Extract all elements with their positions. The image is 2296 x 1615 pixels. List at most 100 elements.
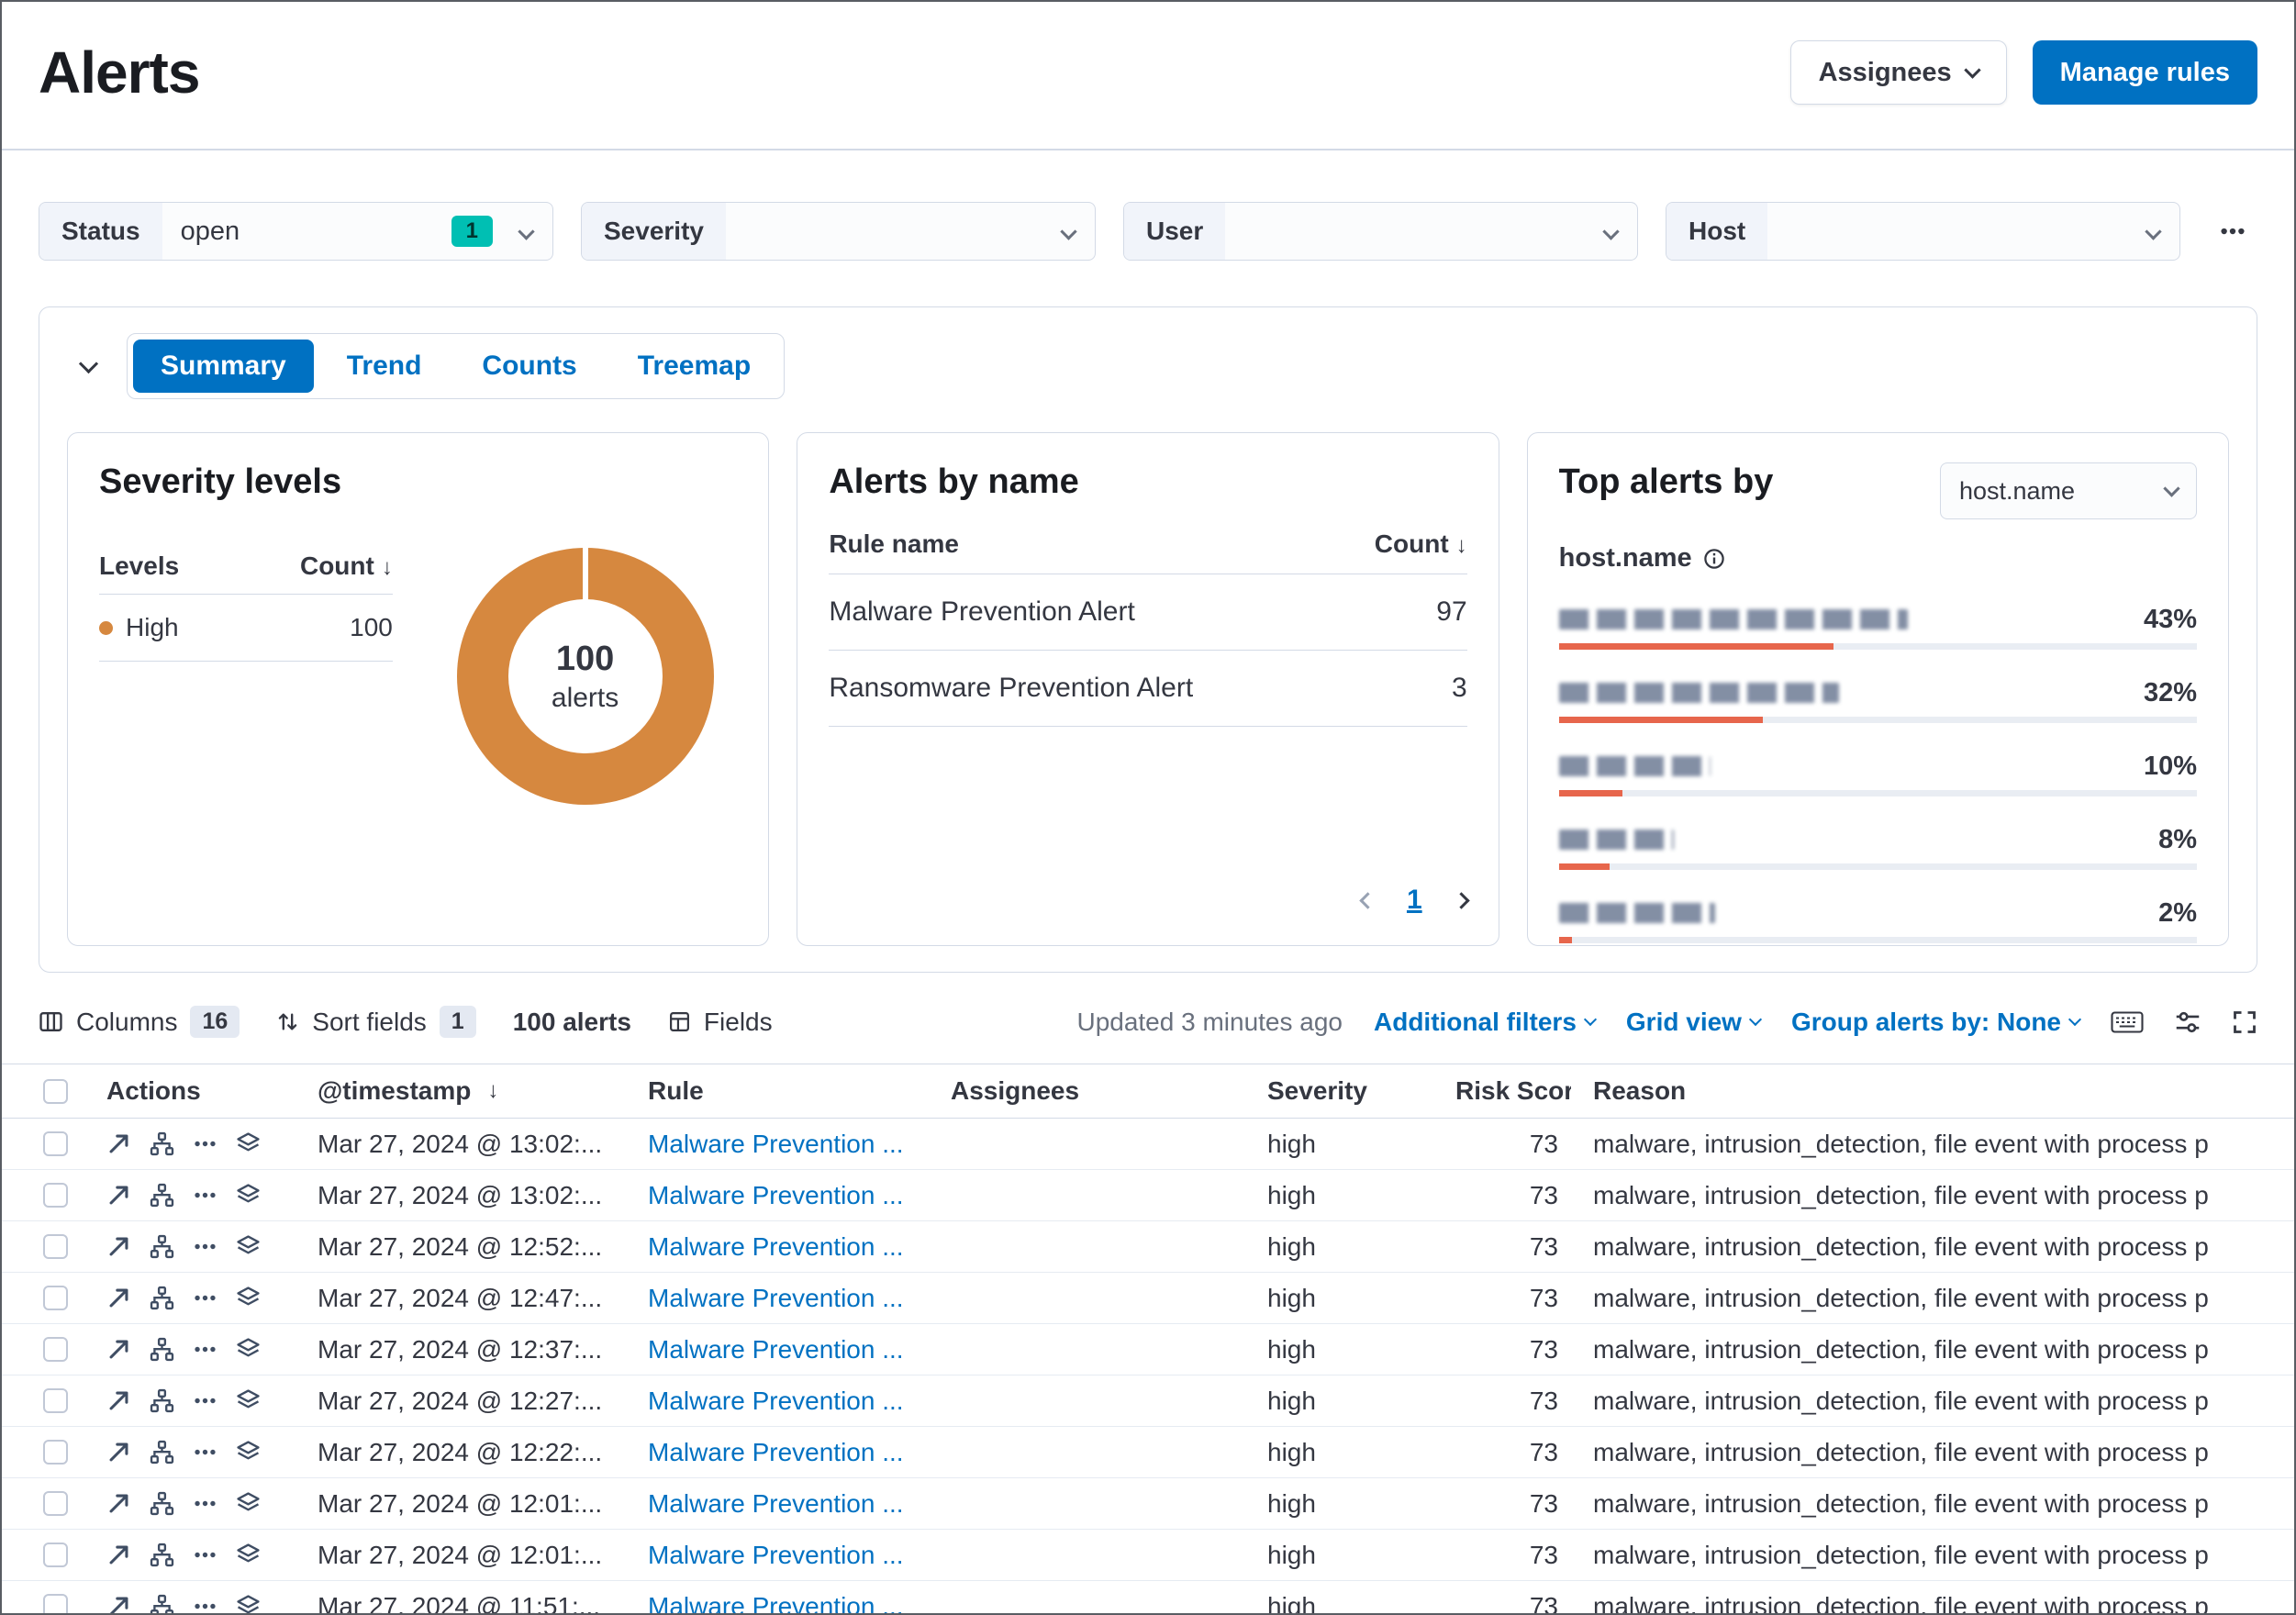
analyze-event-icon[interactable] — [150, 1594, 174, 1613]
severity-donut-chart[interactable]: 100 alerts — [456, 548, 714, 805]
investigate-in-timeline-icon[interactable] — [236, 1388, 261, 1413]
row-checkbox[interactable] — [42, 1337, 68, 1362]
collapse-charts-chevron-icon[interactable] — [78, 353, 99, 373]
status-filter[interactable]: Status open 1 — [39, 202, 553, 261]
next-page-icon[interactable] — [1452, 891, 1470, 909]
tab-trend[interactable]: Trend — [319, 340, 450, 393]
count-column-header[interactable]: Count ↓ — [300, 551, 393, 581]
top-alert-row[interactable]: 2% — [1558, 889, 2197, 943]
levels-column-header[interactable]: Levels — [99, 551, 179, 581]
sort-fields-button[interactable]: Sort fields 1 — [276, 1006, 476, 1038]
more-actions-icon[interactable] — [193, 1131, 217, 1156]
expand-alert-icon[interactable] — [106, 1440, 131, 1465]
more-actions-icon[interactable] — [193, 1337, 217, 1362]
rule-link[interactable]: Malware Prevention ... — [626, 1232, 929, 1262]
row-checkbox[interactable] — [42, 1594, 68, 1613]
columns-button[interactable]: Columns 16 — [39, 1006, 240, 1038]
info-icon[interactable] — [1703, 548, 1725, 570]
analyze-event-icon[interactable] — [150, 1388, 174, 1413]
rule-link[interactable]: Malware Prevention ... — [626, 1181, 929, 1210]
analyze-event-icon[interactable] — [150, 1286, 174, 1310]
rule-link[interactable]: Malware Prevention ... — [626, 1335, 929, 1364]
analyze-event-icon[interactable] — [150, 1131, 174, 1156]
host-filter[interactable]: Host — [1666, 202, 2180, 261]
investigate-in-timeline-icon[interactable] — [236, 1440, 261, 1465]
fullscreen-icon[interactable] — [2232, 1009, 2257, 1035]
more-actions-icon[interactable] — [193, 1388, 217, 1413]
rule-column-header[interactable]: Rule — [626, 1076, 929, 1106]
rule-link[interactable]: Malware Prevention ... — [626, 1541, 929, 1570]
rule-link[interactable]: Malware Prevention ... — [626, 1284, 929, 1313]
expand-alert-icon[interactable] — [106, 1183, 131, 1208]
display-options-icon[interactable] — [2175, 1009, 2201, 1035]
analyze-event-icon[interactable] — [150, 1440, 174, 1465]
investigate-in-timeline-icon[interactable] — [236, 1491, 261, 1516]
more-actions-icon[interactable] — [193, 1594, 217, 1613]
row-checkbox[interactable] — [42, 1234, 68, 1259]
investigate-in-timeline-icon[interactable] — [236, 1131, 261, 1156]
top-alert-row[interactable]: 10% — [1558, 742, 2197, 796]
analyze-event-icon[interactable] — [150, 1337, 174, 1362]
tab-counts[interactable]: Counts — [454, 340, 604, 393]
rule-link[interactable]: Malware Prevention ... — [626, 1130, 929, 1159]
analyze-event-icon[interactable] — [150, 1183, 174, 1208]
rule-link[interactable]: Malware Prevention ... — [626, 1592, 929, 1614]
top-alerts-field-select[interactable]: host.name — [1939, 462, 2197, 519]
row-checkbox[interactable] — [42, 1440, 68, 1465]
investigate-in-timeline-icon[interactable] — [236, 1594, 261, 1613]
previous-page-icon[interactable] — [1359, 891, 1376, 909]
expand-alert-icon[interactable] — [106, 1491, 131, 1516]
analyze-event-icon[interactable] — [150, 1543, 174, 1567]
row-checkbox[interactable] — [42, 1491, 68, 1516]
user-filter[interactable]: User — [1123, 202, 1638, 261]
reason-column-header[interactable]: Reason — [1571, 1076, 2294, 1106]
more-actions-icon[interactable] — [193, 1440, 217, 1465]
severity-filter[interactable]: Severity — [581, 202, 1096, 261]
assignees-column-header[interactable]: Assignees — [929, 1076, 1245, 1106]
expand-alert-icon[interactable] — [106, 1286, 131, 1310]
row-checkbox[interactable] — [42, 1543, 68, 1567]
rule-link[interactable]: Malware Prevention ... — [626, 1489, 929, 1519]
rule-link[interactable]: Malware Prevention ... — [626, 1438, 929, 1467]
page-number[interactable]: 1 — [1407, 885, 1422, 916]
top-alert-row[interactable]: 32% — [1558, 669, 2197, 723]
expand-alert-icon[interactable] — [106, 1234, 131, 1259]
more-actions-icon[interactable] — [193, 1183, 217, 1208]
top-alert-row[interactable]: 43% — [1558, 596, 2197, 650]
severity-column-header[interactable]: Severity — [1245, 1076, 1433, 1106]
investigate-in-timeline-icon[interactable] — [236, 1543, 261, 1567]
risk-score-column-header[interactable]: Risk Score — [1433, 1076, 1571, 1106]
expand-alert-icon[interactable] — [106, 1543, 131, 1567]
tab-summary[interactable]: Summary — [133, 340, 314, 393]
assignees-button[interactable]: Assignees — [1789, 40, 2007, 105]
more-filters-icon[interactable] — [2208, 217, 2257, 245]
expand-alert-icon[interactable] — [106, 1594, 131, 1613]
keyboard-shortcuts-icon[interactable] — [2111, 1010, 2144, 1034]
investigate-in-timeline-icon[interactable] — [236, 1183, 261, 1208]
grid-view-button[interactable]: Grid view — [1626, 1008, 1763, 1037]
expand-alert-icon[interactable] — [106, 1388, 131, 1413]
tab-treemap[interactable]: Treemap — [610, 340, 778, 393]
more-actions-icon[interactable] — [193, 1286, 217, 1310]
expand-alert-icon[interactable] — [106, 1131, 131, 1156]
top-alert-row[interactable]: 8% — [1558, 816, 2197, 870]
rule-name-column-header[interactable]: Rule name — [829, 529, 959, 559]
additional-filters-button[interactable]: Additional filters — [1374, 1008, 1597, 1037]
group-alerts-by-button[interactable]: Group alerts by: None — [1791, 1008, 2082, 1037]
fields-button[interactable]: Fields — [668, 1008, 773, 1037]
analyze-event-icon[interactable] — [150, 1234, 174, 1259]
timestamp-column-header[interactable]: @timestamp ↓ — [295, 1076, 626, 1106]
select-all-checkbox[interactable] — [42, 1078, 68, 1104]
manage-rules-button[interactable]: Manage rules — [2032, 40, 2257, 105]
row-checkbox[interactable] — [42, 1183, 68, 1208]
investigate-in-timeline-icon[interactable] — [236, 1286, 261, 1310]
more-actions-icon[interactable] — [193, 1234, 217, 1259]
investigate-in-timeline-icon[interactable] — [236, 1337, 261, 1362]
investigate-in-timeline-icon[interactable] — [236, 1234, 261, 1259]
analyze-event-icon[interactable] — [150, 1491, 174, 1516]
row-checkbox[interactable] — [42, 1388, 68, 1413]
row-checkbox[interactable] — [42, 1131, 68, 1156]
more-actions-icon[interactable] — [193, 1543, 217, 1567]
row-checkbox[interactable] — [42, 1286, 68, 1310]
expand-alert-icon[interactable] — [106, 1337, 131, 1362]
